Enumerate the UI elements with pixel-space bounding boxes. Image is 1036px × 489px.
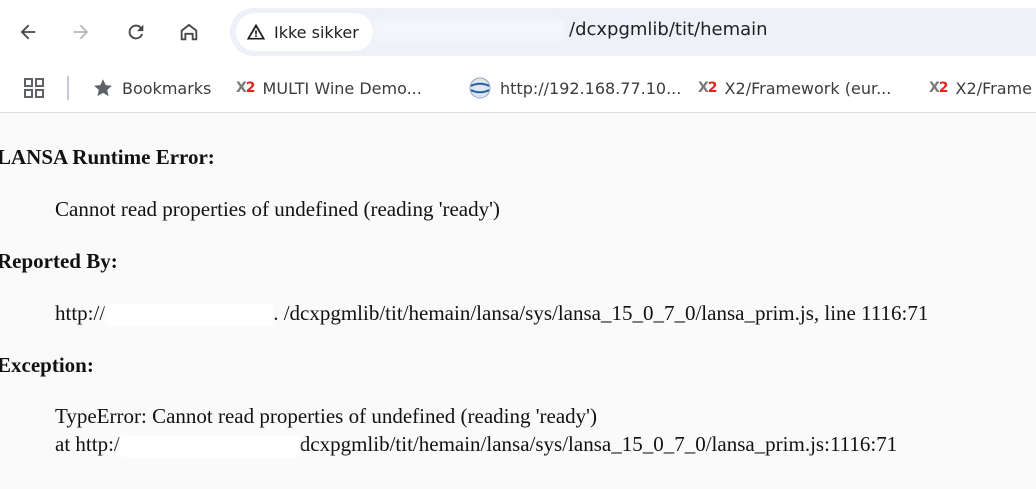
bookmark-label: http://192.168.77.10... xyxy=(500,78,682,98)
reported-url-prefix: http:// xyxy=(55,301,106,325)
bookmark-label: X2/Framework (eur... xyxy=(724,78,892,98)
exception-line-1: TypeError: Cannot read properties of und… xyxy=(55,404,597,428)
back-button[interactable] xyxy=(8,12,48,52)
bookmark-ip-address[interactable]: http://192.168.77.10... xyxy=(468,74,681,102)
exception-url-prefix: at http:/ xyxy=(55,432,120,456)
site-security-chip[interactable]: Ikke sikker xyxy=(236,13,373,51)
home-button[interactable] xyxy=(169,12,209,52)
page-content: LANSA Runtime Error: Cannot read propert… xyxy=(0,113,1036,489)
bookmark-label: MULTI Wine Demo... xyxy=(262,78,422,98)
bookmark-x2-frame[interactable]: X2 X2/Frame xyxy=(929,74,1032,102)
reported-url: http:// . /dcxpgmlib/tit/hemain/lansa/sys… xyxy=(55,301,929,327)
arrow-left-icon xyxy=(20,24,36,40)
address-bar[interactable]: Ikke sikker /dcxpgmlib/tit/hemain xyxy=(230,8,1036,56)
reported-url-path: . /dcxpgmlib/tit/hemain/lansa/sys/lansa_… xyxy=(273,301,929,325)
star-icon xyxy=(94,79,112,97)
redacted-host xyxy=(375,19,565,41)
redacted-host xyxy=(119,435,300,458)
redacted-host xyxy=(105,304,274,327)
bookmark-label: Bookmarks xyxy=(122,78,212,98)
error-heading: LANSA Runtime Error: xyxy=(0,145,215,169)
error-message: Cannot read properties of undefined (rea… xyxy=(55,197,500,221)
reload-icon xyxy=(128,24,144,40)
reload-button[interactable] xyxy=(116,12,156,52)
x2-logo-icon: X2 xyxy=(929,80,949,96)
bookmarks-bar: Bookmarks X2 MULTI Wine Demo... http://1… xyxy=(0,64,1036,113)
warning-icon xyxy=(246,23,266,40)
x2-logo-icon: X2 xyxy=(698,80,718,96)
exception-url-path: dcxpgmlib/tit/hemain/lansa/sys/lansa_15_… xyxy=(299,432,898,456)
url-path: /dcxpgmlib/tit/hemain xyxy=(569,19,768,40)
bookmark-x2-framework[interactable]: X2 X2/Framework (eur... xyxy=(698,74,891,102)
browser-toolbar: Ikke sikker /dcxpgmlib/tit/hemain xyxy=(0,0,1036,64)
security-label: Ikke sikker xyxy=(274,22,359,42)
bookmark-bookmarks-folder[interactable]: Bookmarks xyxy=(92,74,211,102)
bookmarks-separator xyxy=(67,76,69,100)
arrow-right-icon xyxy=(73,24,89,40)
exception-line-2: at http:/ dcxpgmlib/tit/hemain/lansa/sys/… xyxy=(55,432,898,458)
forward-button[interactable] xyxy=(61,12,101,52)
globe-icon xyxy=(469,77,491,99)
apps-grid-icon xyxy=(24,78,44,98)
url-text: /dcxpgmlib/tit/hemain xyxy=(375,19,768,41)
exception-heading: Exception: xyxy=(0,353,94,377)
reported-heading: Reported By: xyxy=(0,249,118,273)
home-icon xyxy=(180,23,198,41)
x2-logo-icon: X2 xyxy=(236,80,256,96)
bookmark-multi-wine-demo[interactable]: X2 MULTI Wine Demo... xyxy=(236,74,422,102)
bookmark-label: X2/Frame xyxy=(955,78,1032,98)
apps-button[interactable] xyxy=(22,74,46,102)
